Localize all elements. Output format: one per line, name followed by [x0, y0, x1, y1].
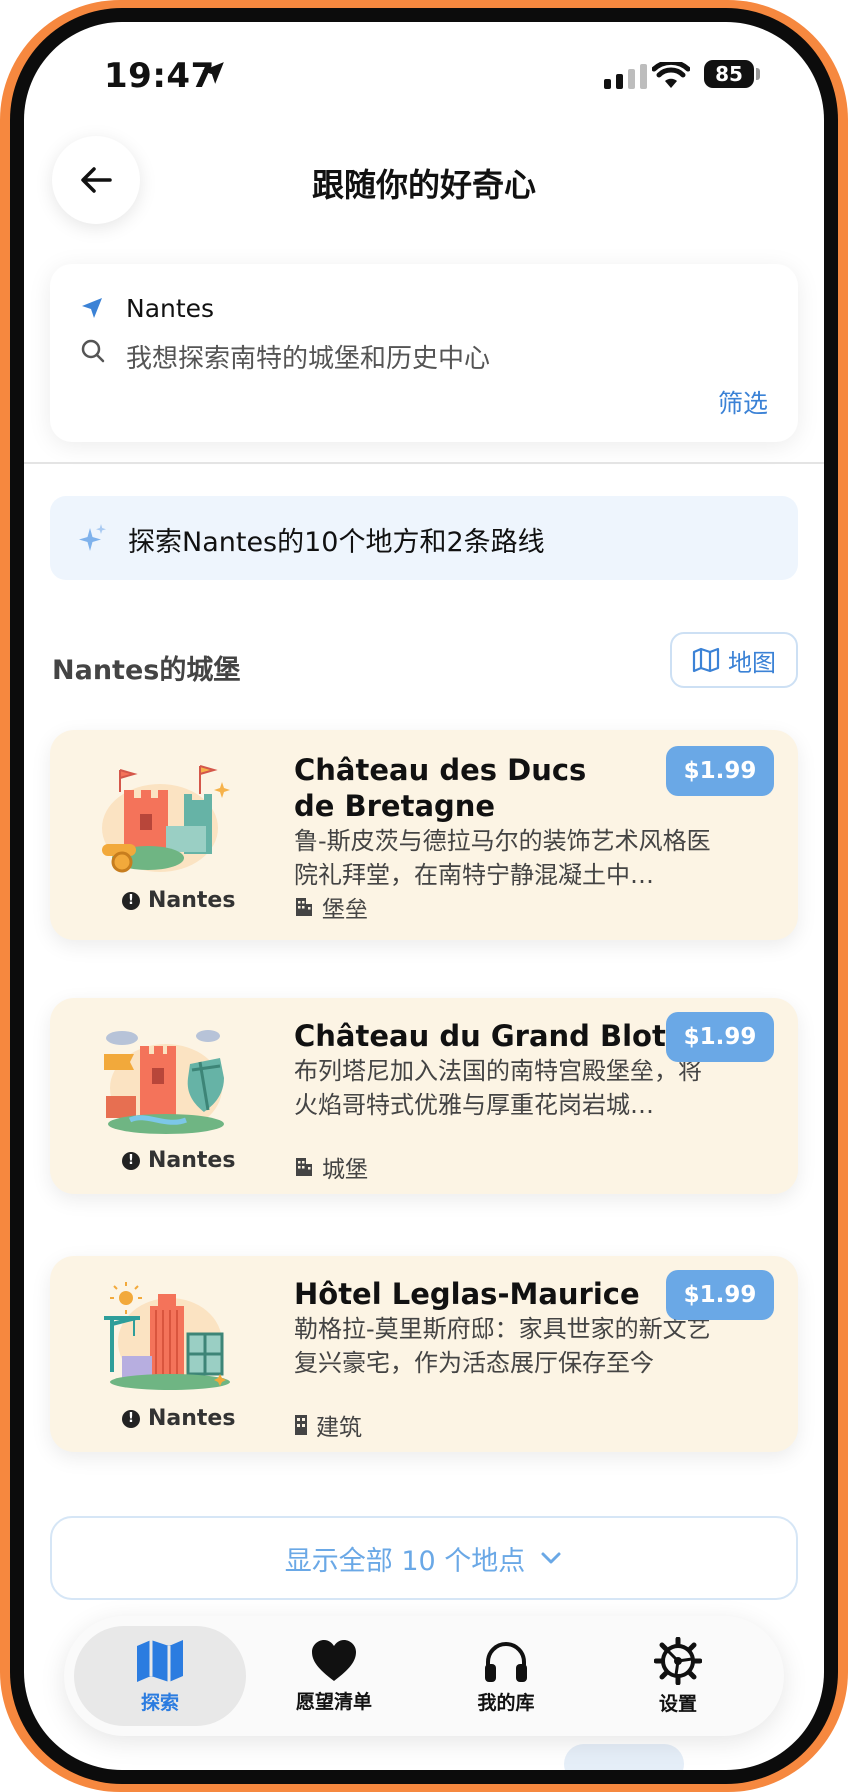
- card-type: 堡垒: [294, 890, 368, 924]
- map-icon: [692, 647, 720, 673]
- building-icon: [296, 898, 312, 916]
- tab-wishlist[interactable]: 愿望清单: [248, 1626, 420, 1726]
- cellular-signal-icon: [604, 64, 647, 89]
- map-button-label: 地图: [728, 648, 776, 677]
- gear-icon: [654, 1636, 702, 1685]
- location-arrow-icon: [82, 298, 102, 318]
- map-icon: [137, 1639, 183, 1682]
- summary-text: 探索Nantes的10个地方和2条路线: [128, 527, 545, 558]
- card-title: Château du Grand Blottereau: [294, 1019, 714, 1053]
- building-icon: [295, 1415, 307, 1435]
- status-time: 19:47: [104, 56, 215, 96]
- heart-icon: [312, 1639, 356, 1681]
- partial-button: [564, 1744, 684, 1770]
- card-city-label: Nantes: [148, 1148, 236, 1173]
- price-badge[interactable]: $1.99: [666, 746, 774, 796]
- card-type: 建筑: [294, 1408, 362, 1442]
- search-card[interactable]: Nantes 我想探索南特的城堡和历史中心 筛选: [50, 264, 798, 442]
- divider: [24, 462, 824, 464]
- card-title: Château des Ducs de Bretagne: [294, 753, 587, 823]
- card-type-label: 建筑: [316, 1415, 362, 1441]
- tab-bar: 探索 愿望清单 我的库 设置: [64, 1616, 784, 1736]
- building-illustration: [104, 1282, 230, 1390]
- show-all-button[interactable]: 显示全部 10 个地点: [50, 1516, 798, 1600]
- card-city-label: Nantes: [148, 1406, 236, 1431]
- tab-explore[interactable]: 探索: [74, 1626, 246, 1726]
- show-all-label: 显示全部 10 个地点: [284, 1545, 526, 1577]
- battery-indicator: 85: [704, 60, 754, 88]
- chevron-down-icon: [541, 1552, 561, 1564]
- tab-label: 我的库: [477, 1691, 535, 1714]
- card-description: 鲁-斯皮茨与德拉马尔的装饰艺术风格医院礼拜堂，在南特宁静混凝土中…: [294, 827, 711, 889]
- tab-library[interactable]: 我的库: [420, 1626, 592, 1726]
- sparkle-icon: [79, 524, 106, 551]
- tab-settings[interactable]: 设置: [592, 1626, 764, 1726]
- castle-illustration: [104, 1030, 224, 1134]
- info-icon: !: [122, 1151, 140, 1170]
- place-card[interactable]: ! Nantes Château du Grand Blottereau 布列塔…: [50, 998, 798, 1194]
- card-type-label: 城堡: [322, 1157, 368, 1183]
- fortress-illustration: [102, 765, 230, 873]
- place-card[interactable]: ! Nantes Château des Ducs de Bretagne 鲁-…: [50, 730, 798, 940]
- search-query[interactable]: 我想探索南特的城堡和历史中心: [126, 338, 490, 375]
- card-type: 城堡: [294, 1150, 368, 1184]
- card-description: 勒格拉-莫里斯府邸：家具世家的新文艺复兴豪宅，作为活态展厅保存至今: [294, 1315, 711, 1377]
- card-title: Hôtel Leglas-Maurice: [294, 1277, 640, 1311]
- location-services-icon: [202, 62, 224, 84]
- location-label[interactable]: Nantes: [126, 294, 214, 323]
- tab-label: 愿望清单: [295, 1690, 372, 1713]
- card-city-label: Nantes: [148, 888, 236, 913]
- app-screen: 19:47 85 跟随你的好奇心 Nantes 我想探索南特的城堡和历史中心 筛…: [24, 22, 824, 1770]
- place-card[interactable]: ! Nantes Hôtel Leglas-Maurice 勒格拉-莫里斯府邸：…: [50, 1256, 798, 1452]
- summary-banner: 探索Nantes的10个地方和2条路线: [50, 496, 798, 580]
- price-badge[interactable]: $1.99: [666, 1012, 774, 1062]
- card-type-label: 堡垒: [322, 897, 368, 923]
- tab-label: 设置: [658, 1692, 697, 1715]
- info-icon: !: [122, 891, 140, 910]
- wifi-icon: [652, 62, 690, 88]
- section-title: Nantes的城堡: [52, 655, 241, 686]
- tab-label: 探索: [140, 1691, 179, 1714]
- headphones-icon: [485, 1641, 527, 1682]
- card-description: 布列塔尼加入法国的南特宫殿堡垒，将火焰哥特式优雅与厚重花岗岩城…: [294, 1057, 702, 1119]
- card-city: ! Nantes: [122, 888, 235, 913]
- page-title: 跟随你的好奇心: [311, 166, 536, 204]
- card-city: ! Nantes: [122, 1406, 235, 1431]
- filter-button[interactable]: 筛选: [718, 384, 768, 420]
- battery-tip: [756, 68, 760, 80]
- map-button[interactable]: 地图: [670, 632, 798, 688]
- search-icon: [81, 339, 105, 363]
- building-icon: [296, 1158, 312, 1176]
- price-badge[interactable]: $1.99: [666, 1270, 774, 1320]
- info-icon: !: [122, 1409, 140, 1428]
- card-city: ! Nantes: [122, 1148, 235, 1173]
